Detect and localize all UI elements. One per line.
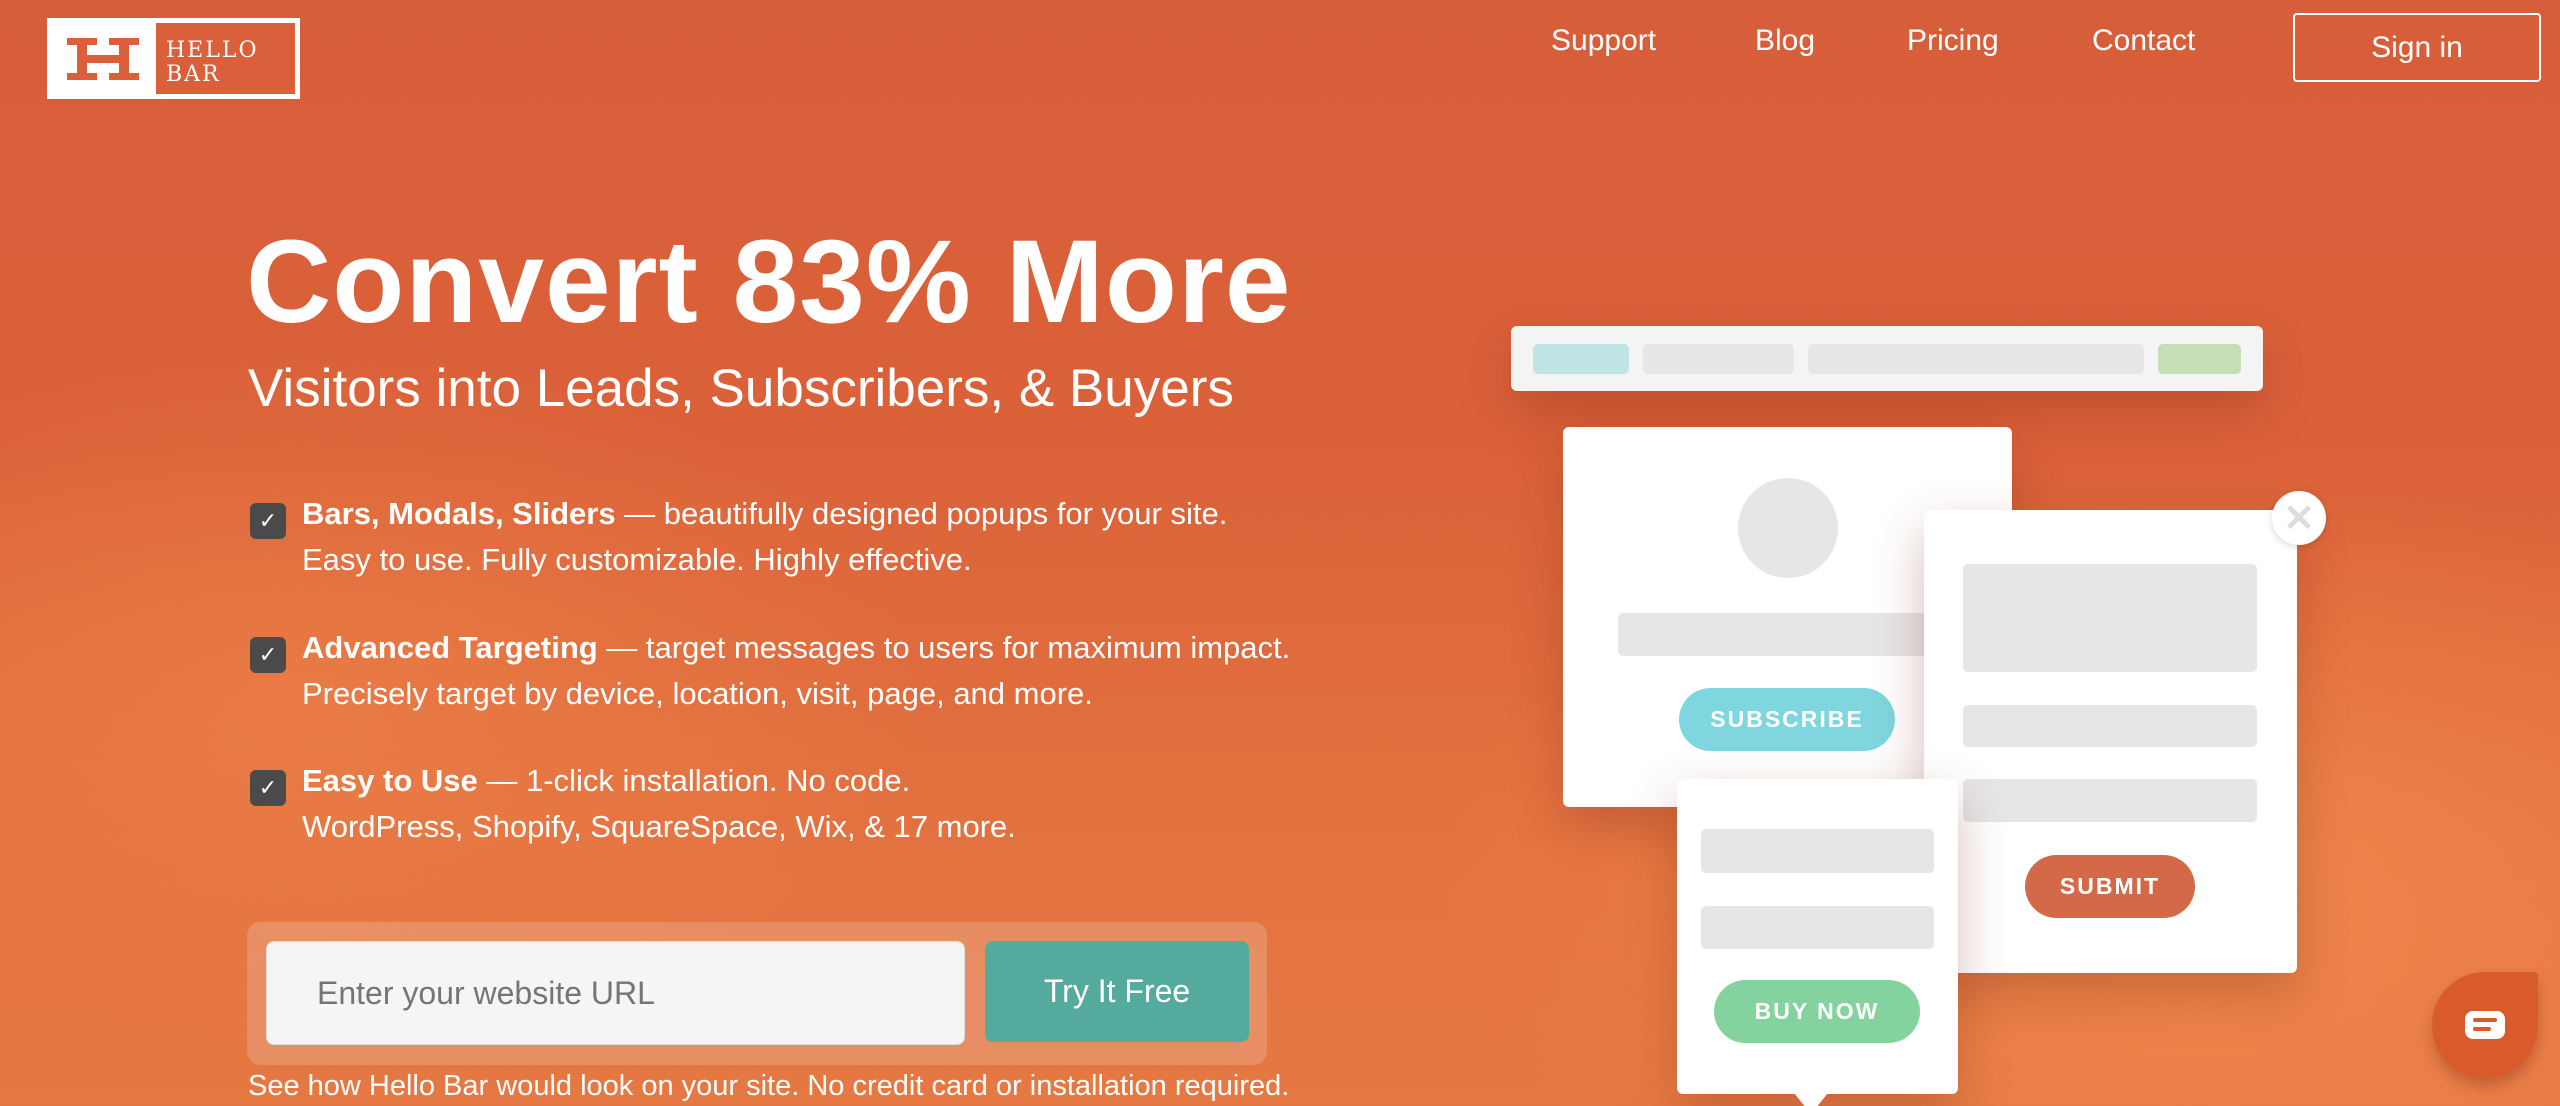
hero-title: Convert 83% More [246,216,1292,348]
feature-title: Advanced Targeting [302,630,598,665]
feature-desc: — beautifully designed popups for your s… [615,496,1228,531]
feature-desc: — 1-click installation. No code. [477,763,911,798]
feature-desc: — target messages to users for maximum i… [597,630,1291,665]
hero-subtitle: Visitors into Leads, Subscribers, & Buye… [248,359,1234,418]
buy-now-button: BUY NOW [1714,980,1920,1043]
sign-in-button[interactable]: Sign in [2293,13,2541,82]
feature-desc-2: WordPress, Shopify, SquareSpace, Wix, & … [302,809,1016,844]
form-caption: See how Hello Bar would look on your sit… [248,1070,1290,1102]
checkbox-checked-icon: ✓ [250,770,286,806]
feature-title: Easy to Use [302,763,478,798]
nav-support[interactable]: Support [1551,24,1656,58]
popup-mockup: BUY NOW [1677,779,1958,1106]
close-icon: ✕ [2272,491,2326,545]
feature-bullet: ✓ Easy to Use — 1-click installation. No… [250,758,1350,850]
feature-title: Bars, Modals, Sliders [302,496,616,531]
submit-button: SUBMIT [2025,855,2195,918]
feature-bullet: ✓ Bars, Modals, Sliders — beautifully de… [250,491,1350,583]
chat-bubble-icon [2465,1011,2505,1039]
feature-bullet: ✓ Advanced Targeting — target messages t… [250,625,1350,717]
try-it-free-button[interactable]: Try It Free [985,941,1249,1042]
nav-blog[interactable]: Blog [1755,24,1815,58]
checkbox-checked-icon: ✓ [250,637,286,673]
chat-widget-button[interactable] [2432,972,2538,1078]
feature-desc-2: Easy to use. Fully customizable. Highly … [302,542,972,577]
hello-bar-logo[interactable]: HELLO BAR [47,18,300,99]
website-url-input[interactable] [266,941,965,1045]
nav-contact[interactable]: Contact [2092,24,2195,58]
subscribe-button: SUBSCRIBE [1679,688,1895,751]
slider-mockup: SUBMIT [1924,510,2297,973]
logo-wordmark: HELLO BAR [151,18,300,99]
bar-mockup [1511,326,2263,391]
checkbox-checked-icon: ✓ [250,503,286,539]
feature-desc-2: Precisely target by device, location, vi… [302,676,1093,711]
nav-pricing[interactable]: Pricing [1907,24,1999,58]
logo-h-icon [51,22,155,95]
